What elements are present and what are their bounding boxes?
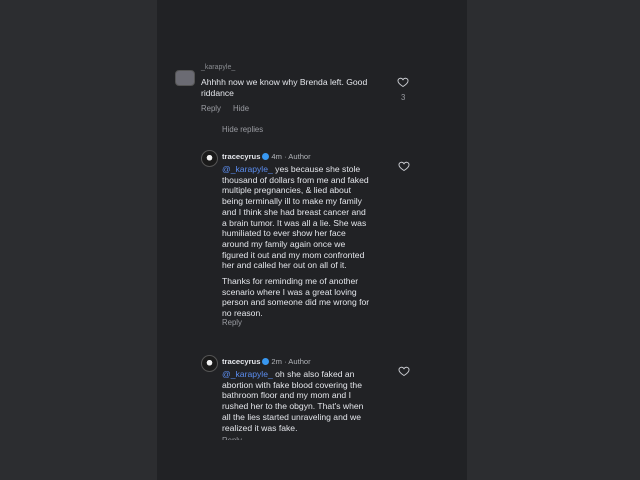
hide-button[interactable]: Hide <box>233 104 249 113</box>
reply-username[interactable]: tracecyrus <box>222 357 260 366</box>
heart-outline-icon[interactable] <box>397 76 409 88</box>
reply-header: tracecyrus 4m · Author <box>222 152 311 161</box>
reply-header: tracecyrus 2m · Author <box>222 357 311 366</box>
reply-username[interactable]: tracecyrus <box>222 152 260 161</box>
hide-replies-button[interactable]: Hide replies <box>222 125 263 134</box>
heart-outline-icon[interactable] <box>398 160 410 172</box>
comment-text: Ahhhh now we know why Brenda left. Good … <box>201 77 368 98</box>
reply-text: @_karapyle_ yes because she stole thousa… <box>222 164 370 319</box>
reply-button[interactable]: Reply <box>222 318 242 327</box>
reply-button[interactable]: Reply <box>222 436 242 440</box>
verified-badge-icon <box>262 358 270 365</box>
reply-button[interactable]: Reply <box>201 104 221 113</box>
mention-link[interactable]: @_karapyle_ <box>222 369 273 379</box>
avatar[interactable] <box>201 355 218 372</box>
comment-username[interactable]: _karapyle_ <box>201 64 235 71</box>
reply-meta: 4m · Author <box>271 152 311 161</box>
avatar[interactable] <box>175 70 195 86</box>
avatar[interactable] <box>201 150 218 167</box>
mention-link[interactable]: @_karapyle_ <box>222 164 273 174</box>
reply-meta: 2m · Author <box>271 357 311 366</box>
verified-badge-icon <box>262 153 270 160</box>
reply-text: @_karapyle_ oh she also faked an abortio… <box>222 369 364 433</box>
comments-panel: _karapyle_ Ahhhh now we know why Brenda … <box>157 0 467 480</box>
like-count: 3 <box>401 93 406 102</box>
heart-outline-icon[interactable] <box>398 365 410 377</box>
